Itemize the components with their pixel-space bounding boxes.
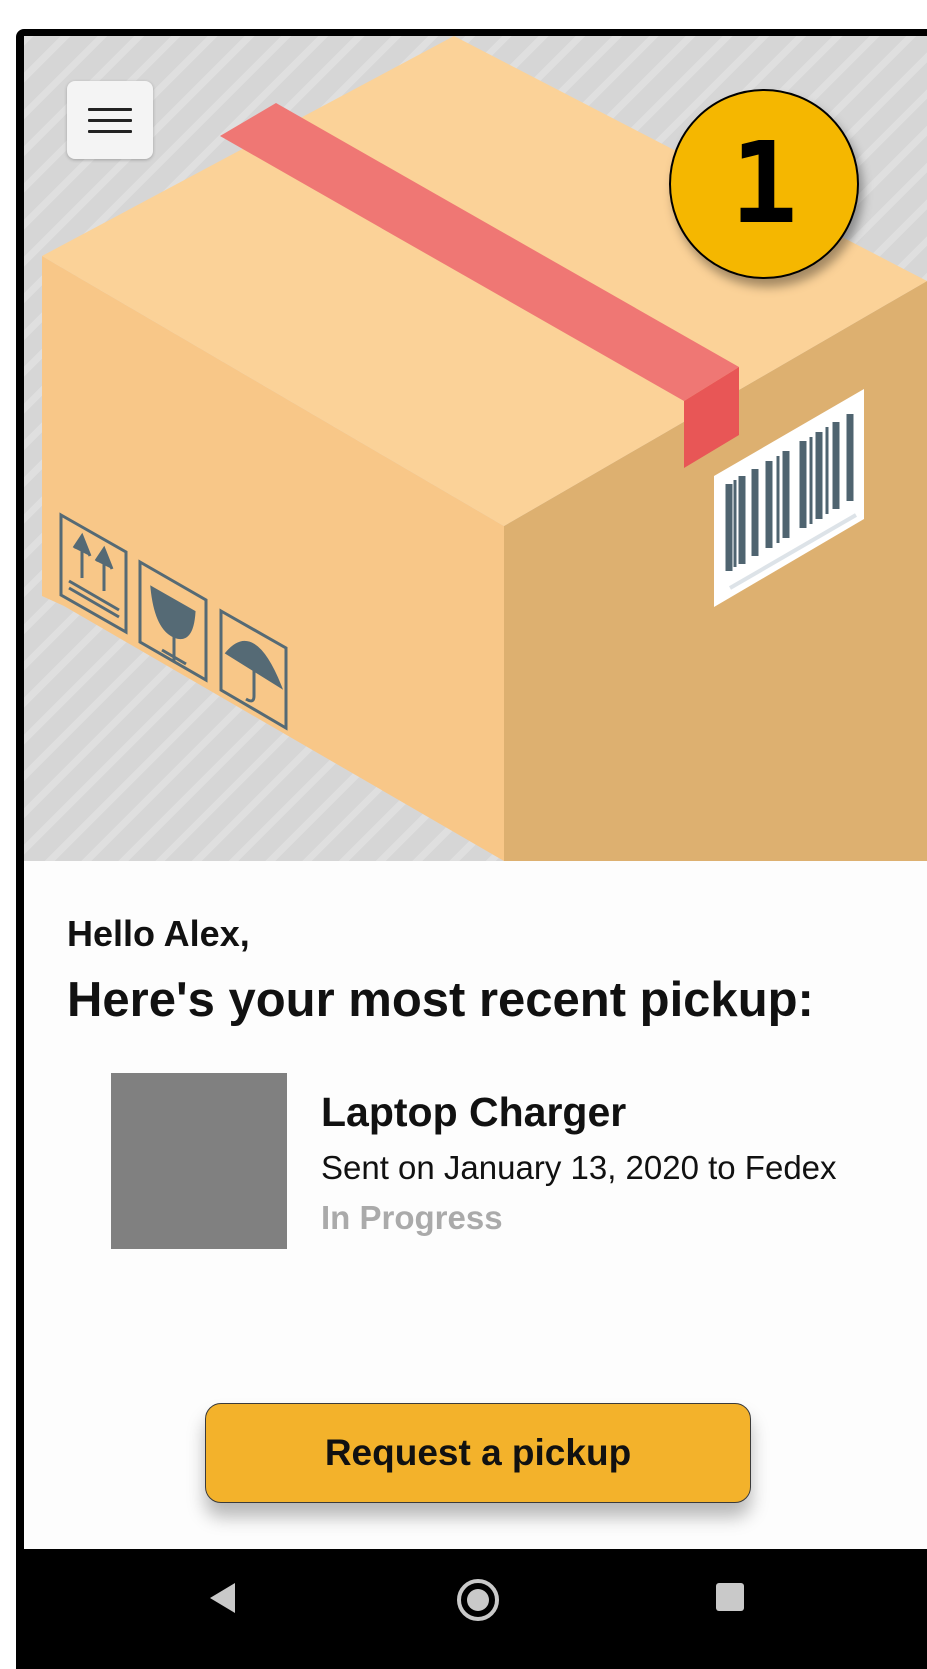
system-navigation-bar xyxy=(24,1549,927,1648)
hamburger-menu-icon xyxy=(88,100,132,141)
hero-banner: 1 xyxy=(24,36,927,861)
request-pickup-button[interactable]: Request a pickup xyxy=(205,1403,751,1503)
greeting-text: Hello Alex, xyxy=(67,913,250,954)
step-number-badge: 1 xyxy=(669,89,859,279)
recents-square-icon[interactable] xyxy=(716,1583,744,1611)
menu-button[interactable] xyxy=(67,81,153,159)
home-circle-icon[interactable] xyxy=(457,1579,499,1621)
pickup-thumbnail xyxy=(111,1073,287,1249)
page-title: Here's your most recent pickup: xyxy=(67,973,814,1027)
app-screen: 1 Hello Alex, Here's your most recent pi… xyxy=(24,36,927,1549)
back-triangle-icon[interactable] xyxy=(207,1581,237,1615)
pickup-item-name[interactable]: Laptop Charger xyxy=(321,1089,626,1136)
pickup-details: Sent on January 13, 2020 to Fedex xyxy=(321,1149,837,1186)
status-badge: In Progress xyxy=(321,1199,503,1236)
